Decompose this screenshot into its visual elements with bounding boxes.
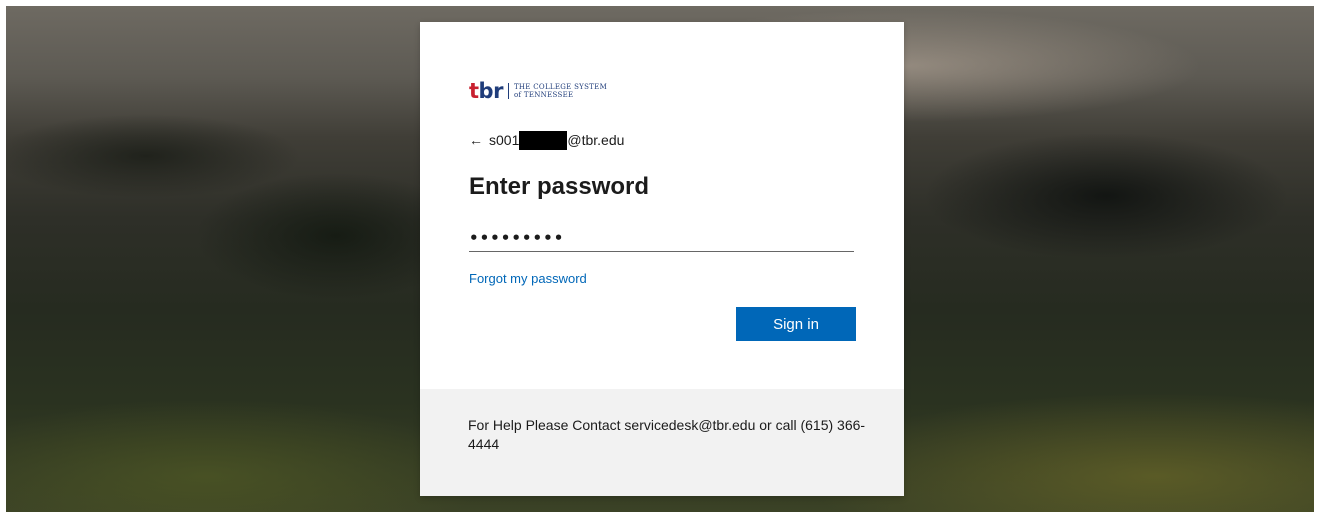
help-footer: For Help Please Contact servicedesk@tbr.… bbox=[420, 389, 904, 496]
back-arrow-icon[interactable]: ← bbox=[469, 132, 483, 148]
sign-in-panel: tbr THE COLLEGE SYSTEM of TENNESSEE ← s0… bbox=[420, 22, 904, 389]
logo-text: THE COLLEGE SYSTEM of TENNESSEE bbox=[514, 83, 607, 99]
page-title: Enter password bbox=[469, 173, 650, 200]
redaction-bar bbox=[519, 130, 568, 150]
logo-letters-br: br bbox=[478, 79, 504, 103]
tbr-logo: tbr THE COLLEGE SYSTEM of TENNESSEE bbox=[469, 80, 607, 102]
sign-in-card: tbr THE COLLEGE SYSTEM of TENNESSEE ← s0… bbox=[420, 22, 904, 496]
identity-banner: ← s001 @tbr.edu bbox=[469, 130, 625, 150]
sign-in-button[interactable]: Sign in bbox=[736, 307, 856, 341]
help-text: For Help Please Contact servicedesk@tbr.… bbox=[468, 417, 866, 452]
logo-line-1: THE COLLEGE SYSTEM bbox=[513, 83, 608, 91]
password-field[interactable] bbox=[469, 225, 854, 252]
logo-line-2: of TENNESSEE bbox=[513, 91, 574, 99]
email-suffix: @tbr.edu bbox=[567, 132, 625, 148]
email-prefix: s001 bbox=[489, 132, 520, 148]
logo-letter-t: t bbox=[469, 79, 479, 103]
page: tbr THE COLLEGE SYSTEM of TENNESSEE ← s0… bbox=[0, 0, 1318, 512]
logo-mark: tbr bbox=[469, 80, 503, 102]
logo-divider bbox=[507, 83, 509, 99]
forgot-password-link[interactable]: Forgot my password bbox=[469, 271, 587, 286]
